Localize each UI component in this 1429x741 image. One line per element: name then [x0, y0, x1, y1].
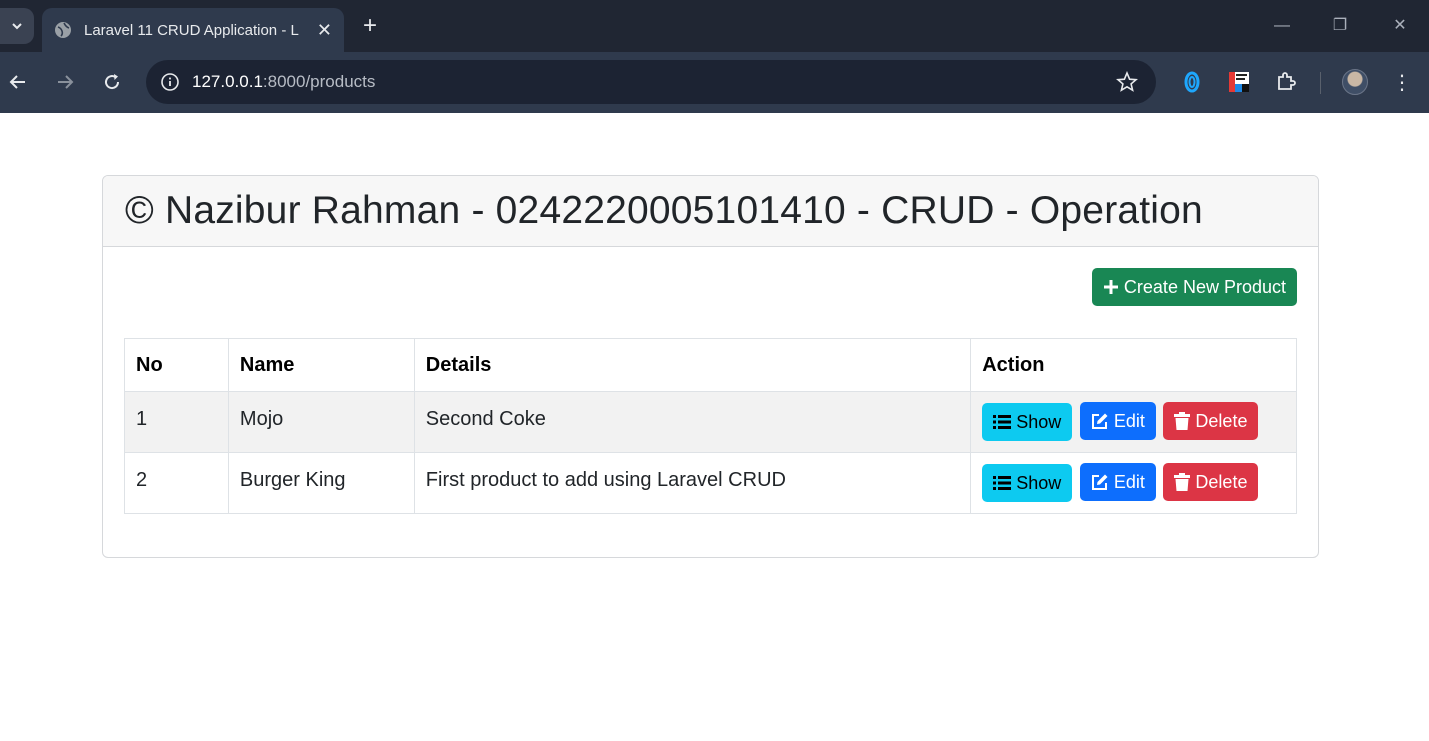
column-header-no: No: [124, 338, 229, 392]
show-button[interactable]: Show: [982, 403, 1073, 441]
reload-icon[interactable]: [96, 66, 128, 98]
url-host: 127.0.0.1: [192, 72, 263, 91]
browser-tab-bar: Laravel 11 CRUD Application - L ✕ + — ❐ …: [0, 0, 1429, 52]
edit-button[interactable]: Edit: [1079, 463, 1156, 501]
cell-no: 1: [124, 391, 229, 453]
url-text: 127.0.0.1:8000/products: [192, 72, 375, 92]
extension-mind-icon[interactable]: [1225, 68, 1253, 96]
toolbar-divider: [1320, 72, 1321, 94]
products-table: No Name Details Action 1 Mojo Second Cok…: [124, 338, 1297, 514]
cell-name: Mojo: [227, 391, 415, 453]
edit-icon: [1091, 413, 1108, 429]
table-header-row: No Name Details Action: [124, 338, 1297, 392]
restore-icon[interactable]: ❐: [1326, 12, 1354, 40]
tab-title: Laravel 11 CRUD Application - L: [84, 21, 299, 39]
edit-button[interactable]: Edit: [1079, 402, 1156, 440]
plus-icon: [1103, 280, 1118, 294]
cell-actions: Show Edit Delete: [970, 452, 1297, 514]
edit-label: Edit: [1113, 471, 1145, 492]
cell-name: Burger King: [227, 452, 415, 514]
column-header-name: Name: [227, 338, 415, 392]
bookmark-star-icon[interactable]: [1116, 71, 1138, 93]
minimize-icon[interactable]: —: [1268, 12, 1296, 40]
delete-button[interactable]: Delete: [1163, 402, 1259, 440]
forward-icon[interactable]: [49, 66, 81, 98]
info-icon[interactable]: [160, 72, 180, 92]
chevron-down-icon: [12, 23, 22, 30]
edit-label: Edit: [1113, 410, 1145, 431]
show-button[interactable]: Show: [982, 464, 1073, 502]
active-tab[interactable]: Laravel 11 CRUD Application - L ✕: [42, 8, 344, 52]
browser-toolbar: 127.0.0.1:8000/products ⋮: [0, 52, 1429, 113]
page-title: © Nazibur Rahman - 0242220005101410 - CR…: [125, 189, 1203, 232]
show-label: Show: [1016, 472, 1062, 493]
delete-button[interactable]: Delete: [1163, 463, 1259, 501]
products-card: © Nazibur Rahman - 0242220005101410 - CR…: [102, 175, 1319, 558]
trash-icon: [1174, 473, 1191, 491]
cell-details: Second Coke: [413, 391, 972, 453]
globe-icon: [55, 22, 71, 38]
back-icon[interactable]: [2, 66, 34, 98]
show-label: Show: [1016, 411, 1062, 432]
list-icon: [993, 415, 1012, 429]
close-tab-icon[interactable]: ✕: [317, 20, 332, 41]
column-header-details: Details: [413, 338, 972, 392]
cell-details: First product to add using Laravel CRUD: [413, 452, 972, 514]
edit-icon: [1091, 474, 1108, 490]
list-icon: [993, 476, 1012, 490]
delete-label: Delete: [1195, 471, 1248, 492]
table-row: 2 Burger King First product to add using…: [124, 452, 1297, 514]
extension-loop-icon[interactable]: [1178, 68, 1206, 96]
card-header: © Nazibur Rahman - 0242220005101410 - CR…: [103, 176, 1318, 247]
table-row: 1 Mojo Second Coke Show Edit Delete: [124, 391, 1297, 453]
column-header-action: Action: [970, 338, 1297, 392]
create-product-button[interactable]: Create New Product: [1091, 268, 1297, 306]
trash-icon: [1174, 412, 1191, 430]
tab-search-button[interactable]: [0, 8, 34, 44]
url-path: :8000/products: [262, 72, 376, 91]
profile-avatar[interactable]: [1342, 69, 1368, 95]
cell-actions: Show Edit Delete: [970, 391, 1297, 453]
delete-label: Delete: [1195, 410, 1248, 431]
extensions-puzzle-icon[interactable]: [1272, 68, 1300, 96]
new-tab-button[interactable]: +: [358, 12, 382, 40]
address-bar[interactable]: 127.0.0.1:8000/products: [146, 60, 1156, 104]
close-window-icon[interactable]: ✕: [1386, 12, 1414, 40]
cell-no: 2: [124, 452, 229, 514]
browser-menu-icon[interactable]: ⋮: [1390, 68, 1414, 98]
create-product-label: Create New Product: [1123, 276, 1286, 297]
